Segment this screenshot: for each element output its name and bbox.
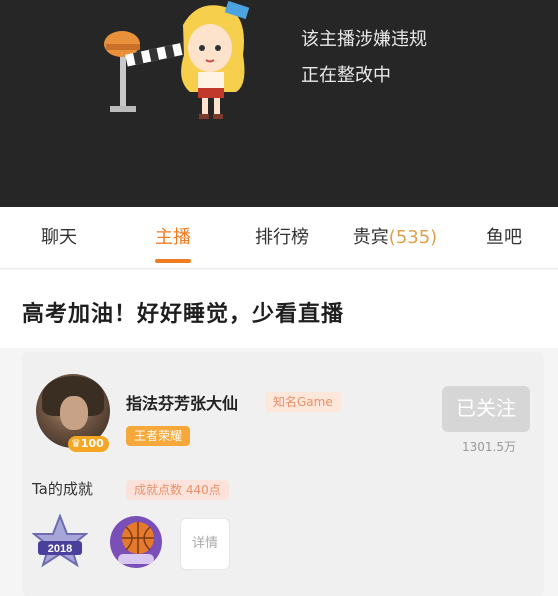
streamer-card: ♛100 指法芬芳张大仙 知名Game 王者荣耀 已关注 1301.5万 Ta的…: [22, 352, 544, 596]
tab-ranking[interactable]: 排行榜: [240, 207, 324, 269]
level-badge: ♛100: [68, 436, 109, 452]
achievement-score: 成就点数 440点: [126, 480, 229, 500]
achievements-label: Ta的成就: [32, 480, 93, 498]
banner-line-2: 正在整改中: [301, 65, 391, 86]
medal-year: 2018: [48, 543, 72, 555]
tab-chat-label: 聊天: [41, 227, 77, 248]
tab-vip-label: 贵宾: [352, 227, 389, 248]
basketball-medal-icon[interactable]: [108, 514, 164, 570]
streamer-name[interactable]: 指法芬芳张大仙: [126, 390, 238, 414]
level-value: 100: [80, 437, 104, 450]
banner-line-1: 该主播涉嫌违规: [301, 29, 427, 50]
room-notice: 高考加油！好好睡觉，少看直播: [0, 270, 558, 348]
game-badge: 王者荣耀: [126, 426, 191, 446]
active-tab-indicator: [155, 259, 191, 263]
tab-fish-bar[interactable]: 鱼吧: [472, 207, 536, 269]
tab-ranking-label: 排行榜: [255, 227, 309, 248]
offline-banner: 该主播涉嫌违规 正在整改中: [0, 0, 558, 207]
tab-streamer[interactable]: 主播: [138, 207, 208, 269]
mascot-with-barrier-icon: [104, 0, 250, 119]
achievement-detail-button[interactable]: 详情: [180, 518, 230, 570]
fan-count: 1301.5万: [462, 440, 516, 454]
crown-icon: ♛: [71, 437, 81, 450]
tab-chat[interactable]: 聊天: [24, 207, 94, 269]
tab-vip[interactable]: 贵宾(535): [340, 207, 450, 269]
star-medal-2018-icon[interactable]: 2018: [32, 514, 88, 570]
category-tag: 知名Game: [265, 392, 341, 412]
tab-vip-count: (535): [388, 227, 438, 248]
follow-button[interactable]: 已关注: [442, 386, 530, 432]
tab-fish-bar-label: 鱼吧: [486, 227, 522, 248]
tab-streamer-label: 主播: [155, 227, 191, 248]
room-tabs: 聊天 主播 排行榜 贵宾(535) 鱼吧: [0, 207, 558, 269]
